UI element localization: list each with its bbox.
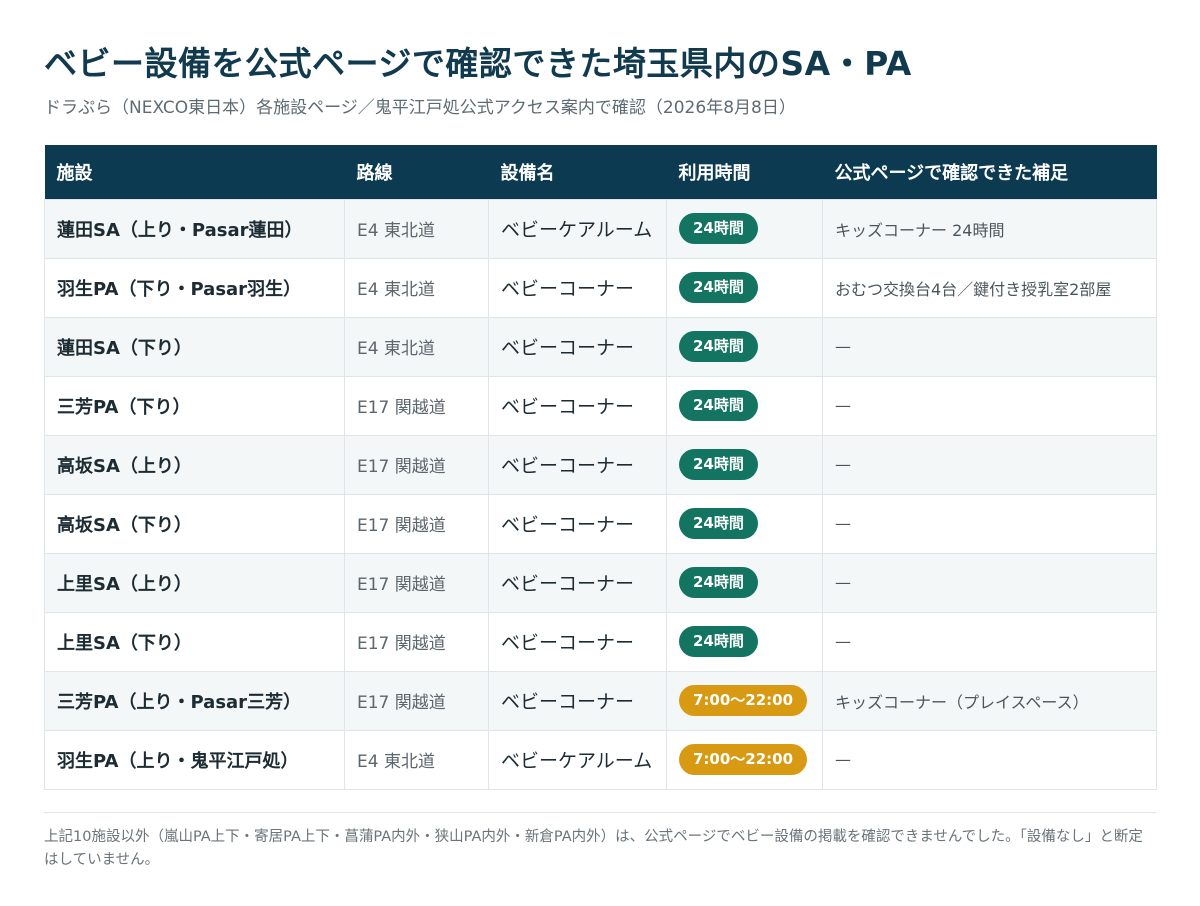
hours-badge: 24時間 [679, 331, 758, 362]
hours-cell: 7:00〜22:00 [666, 729, 823, 790]
hours-cell: 24時間 [666, 611, 823, 672]
table-row: 蓮田SA（下り） E4 東北道 ベビーコーナー 24時間 — [44, 316, 1157, 377]
facility-cell: 三芳PA（上り・Pasar三芳） [44, 670, 345, 731]
facility-cell: 蓮田SA（下り） [44, 316, 345, 377]
table-row: 上里SA（上り） E17 関越道 ベビーコーナー 24時間 — [44, 552, 1157, 613]
table-header: 施設 路線 設備名 利用時間 公式ページで確認できた補足 [44, 145, 1157, 199]
route-cell: E4 東北道 [344, 198, 489, 259]
equipment-cell: ベビーコーナー [488, 611, 667, 672]
equipment-cell: ベビーケアルーム [488, 729, 667, 790]
header-facility: 施設 [56, 162, 93, 184]
facility-cell: 蓮田SA（上り・Pasar蓮田） [44, 198, 345, 259]
hours-badge: 24時間 [679, 567, 758, 598]
header-route: 路線 [356, 162, 393, 184]
hours-badge: 24時間 [679, 272, 758, 303]
equipment-cell: ベビーコーナー [488, 670, 667, 731]
hours-cell: 7:00〜22:00 [666, 670, 823, 731]
equipment-cell: ベビーケアルーム [488, 198, 667, 259]
header-equipment: 設備名 [500, 162, 555, 184]
table-row: 羽生PA（下り・Pasar羽生） E4 東北道 ベビーコーナー 24時間 おむつ交換台4… [44, 257, 1157, 318]
table-row: 三芳PA（上り・Pasar三芳） E17 関越道 ベビーコーナー 7:00〜22:00… [44, 670, 1157, 731]
facility-cell: 羽生PA（上り・鬼平江戸処） [44, 729, 345, 790]
hours-badge: 24時間 [679, 626, 758, 657]
hours-cell: 24時間 [666, 434, 823, 495]
note-cell: — [822, 552, 1157, 613]
route-cell: E17 関越道 [344, 493, 489, 554]
facility-cell: 上里SA（下り） [44, 611, 345, 672]
note-cell: キッズコーナー（プレイスペース） [822, 670, 1157, 731]
facility-cell: 羽生PA（下り・Pasar羽生） [44, 257, 345, 318]
header-note: 公式ページで確認できた補足 [834, 162, 1069, 184]
facility-cell: 高坂SA（下り） [44, 493, 345, 554]
hours-badge: 24時間 [679, 449, 758, 480]
route-cell: E4 東北道 [344, 729, 489, 790]
hours-badge: 24時間 [679, 213, 758, 244]
facility-cell: 上里SA（上り） [44, 552, 345, 613]
note-cell: おむつ交換台4台／鍵付き授乳室2部屋 [822, 257, 1157, 318]
note-cell: — [822, 611, 1157, 672]
hours-cell: 24時間 [666, 493, 823, 554]
facility-cell: 高坂SA（上り） [44, 434, 345, 495]
footnote: 上記10施設以外（嵐山PA上下・寄居PA上下・菖蒲PA内外・狭山PA内外・新倉P… [44, 829, 1143, 868]
table-row: 高坂SA（上り） E17 関越道 ベビーコーナー 24時間 — [44, 434, 1157, 495]
route-cell: E17 関越道 [344, 670, 489, 731]
footer-divider [44, 812, 1156, 813]
note-cell: — [822, 729, 1157, 790]
table-row: 羽生PA（上り・鬼平江戸処） E4 東北道 ベビーケアルーム 7:00〜22:00 — [44, 729, 1157, 790]
table-row: 三芳PA（下り） E17 関越道 ベビーコーナー 24時間 — [44, 375, 1157, 436]
table-row: 蓮田SA（上り・Pasar蓮田） E4 東北道 ベビーケアルーム 24時間 キッズコーナ… [44, 198, 1157, 259]
hours-badge: 24時間 [679, 508, 758, 539]
note-cell: — [822, 434, 1157, 495]
hours-cell: 24時間 [666, 257, 823, 318]
facility-cell: 三芳PA（下り） [44, 375, 345, 436]
equipment-cell: ベビーコーナー [488, 552, 667, 613]
table-row: 高坂SA（下り） E17 関越道 ベビーコーナー 24時間 — [44, 493, 1157, 554]
route-cell: E17 関越道 [344, 434, 489, 495]
page-title: ベビー設備を公式ページで確認できた埼玉県内のSA・PA [44, 44, 912, 83]
hours-cell: 24時間 [666, 198, 823, 259]
hours-cell: 24時間 [666, 375, 823, 436]
table-body: 蓮田SA（上り・Pasar蓮田） E4 東北道 ベビーケアルーム 24時間 キッズコーナ… [44, 198, 1157, 790]
route-cell: E4 東北道 [344, 316, 489, 377]
equipment-cell: ベビーコーナー [488, 375, 667, 436]
page-subtitle: ドラぷら（NEXCO東日本）各施設ページ／鬼平江戸処公式アクセス案内で確認（20… [44, 98, 796, 118]
equipment-cell: ベビーコーナー [488, 434, 667, 495]
hours-badge: 7:00〜22:00 [679, 685, 808, 716]
page: ベビー設備を公式ページで確認できた埼玉県内のSA・PA ドラぷら（NEXCO東日… [0, 0, 1200, 906]
hours-badge: 24時間 [679, 390, 758, 421]
note-cell: — [822, 375, 1157, 436]
equipment-cell: ベビーコーナー [488, 257, 667, 318]
table-row: 上里SA（下り） E17 関越道 ベビーコーナー 24時間 — [44, 611, 1157, 672]
hours-cell: 24時間 [666, 552, 823, 613]
hours-badge: 7:00〜22:00 [679, 744, 808, 775]
header-hours: 利用時間 [678, 162, 751, 184]
hours-cell: 24時間 [666, 316, 823, 377]
equipment-cell: ベビーコーナー [488, 493, 667, 554]
route-cell: E17 関越道 [344, 611, 489, 672]
note-cell: キッズコーナー 24時間 [822, 198, 1157, 259]
note-cell: — [822, 493, 1157, 554]
route-cell: E17 関越道 [344, 552, 489, 613]
table-header-row: 施設 路線 設備名 利用時間 公式ページで確認できた補足 [44, 145, 1157, 199]
route-cell: E4 東北道 [344, 257, 489, 318]
note-cell: — [822, 316, 1157, 377]
facility-table: 施設 路線 設備名 利用時間 公式ページで確認できた補足 蓮田SA（上り・Pas… [44, 145, 1157, 790]
route-cell: E17 関越道 [344, 375, 489, 436]
equipment-cell: ベビーコーナー [488, 316, 667, 377]
